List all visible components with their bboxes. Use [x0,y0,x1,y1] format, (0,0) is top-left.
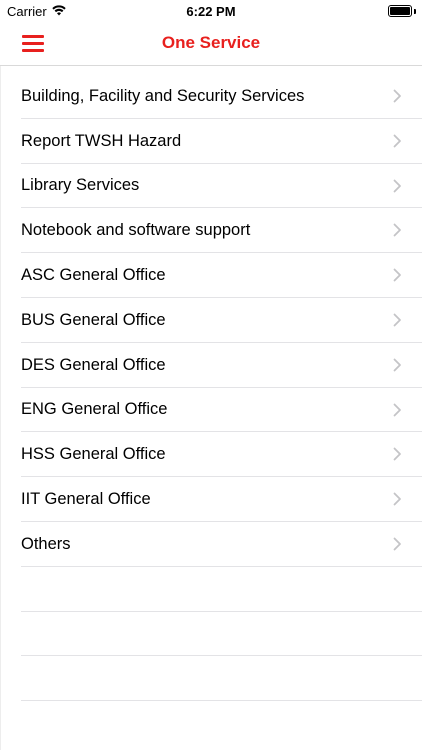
chevron-right-icon [393,179,401,192]
empty-row [0,567,422,612]
chevron-right-icon [393,223,401,237]
chevron-right-icon [393,134,401,148]
list-item-label: BUS General Office [21,310,166,329]
page-title: One Service [161,33,261,52]
chevron-right-icon [393,537,401,551]
list-item-label: DES General Office [21,355,166,374]
list-item[interactable]: ENG General Office [0,388,422,433]
battery-cap [414,9,416,14]
list-item-label: Others [21,534,71,553]
app-screen: Carrier 6:22 PM One Service Building, Fa… [0,0,422,750]
list-item-label: Notebook and software support [21,221,251,240]
list-item[interactable]: Building, Facility and Security Services [0,74,422,119]
list-item[interactable]: HSS General Office [0,432,422,477]
list-item[interactable]: Report TWSH Hazard [0,119,422,164]
list-item[interactable]: DES General Office [0,343,422,388]
status-bar: Carrier 6:22 PM [0,0,422,22]
list-item[interactable]: Notebook and software support [0,208,422,253]
list-item[interactable]: ASC General Office [0,253,422,298]
status-time: 6:22 PM [186,4,236,19]
chevron-right-icon [393,313,401,327]
list-item-label: Library Services [21,176,140,195]
chevron-right-icon [393,358,401,372]
list-item-label: ENG General Office [21,400,168,419]
chevron-right-icon [393,447,401,461]
list-item-label: Report TWSH Hazard [21,131,182,150]
service-list: Building, Facility and Security Services… [0,74,422,701]
list-item[interactable]: IIT General Office [0,477,422,522]
list-item-label: ASC General Office [21,266,166,285]
list-item[interactable]: BUS General Office [0,298,422,343]
navigation-bar: One Service [0,22,422,66]
list-item-label: HSS General Office [21,445,166,464]
list-item[interactable]: Library Services [0,164,422,209]
empty-row [0,656,422,701]
chevron-right-icon [393,403,401,416]
chevron-right-icon [393,492,401,506]
empty-row [0,612,422,657]
chevron-right-icon [393,89,401,103]
battery-icon [388,5,412,17]
list-item[interactable]: Others [0,522,422,567]
chevron-right-icon [393,268,401,282]
list-item-label: IIT General Office [21,490,151,509]
list-item-label: Building, Facility and Security Services [21,86,305,105]
